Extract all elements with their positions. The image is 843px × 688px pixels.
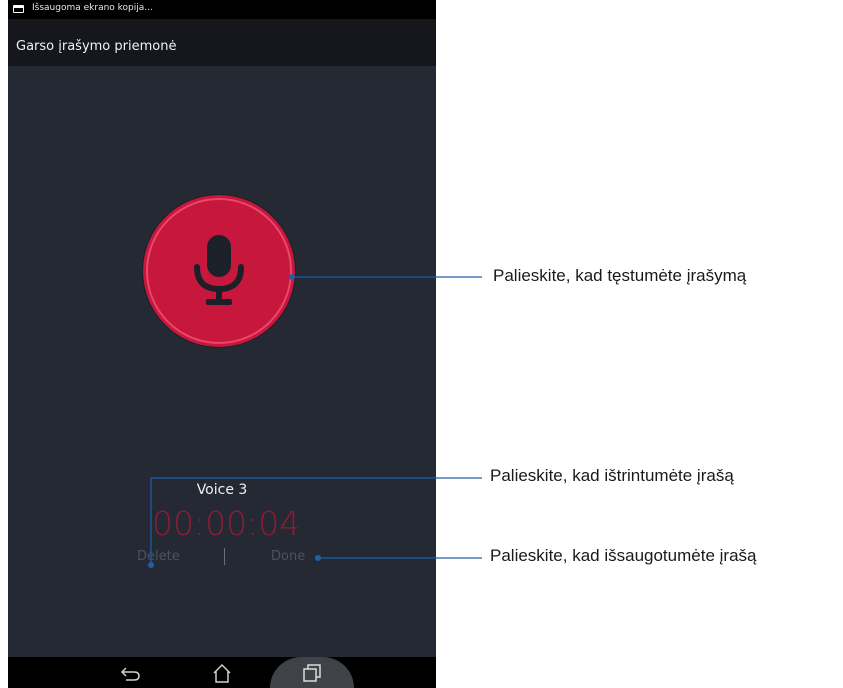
callout-leader-delete bbox=[148, 477, 482, 568]
callout-continue-recording: Palieskite, kad tęstumėte įrašymą bbox=[493, 266, 747, 285]
callout-leader-lines bbox=[148, 274, 482, 568]
callout-save-recording: Palieskite, kad išsaugotumėte įrašą bbox=[490, 546, 757, 565]
callout-delete-recording: Palieskite, kad ištrintumėte įrašą bbox=[490, 466, 734, 485]
callout-leader-continue bbox=[289, 274, 482, 280]
callout-leader-save bbox=[315, 555, 482, 561]
